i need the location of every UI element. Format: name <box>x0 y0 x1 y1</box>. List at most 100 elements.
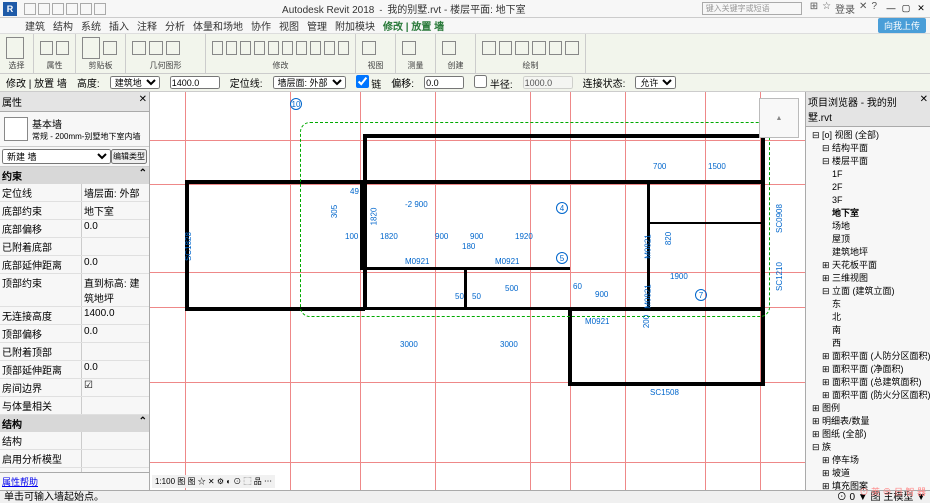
view-control-bar[interactable]: 1:100 图 图 ☆ ✕ ⚙ ◐ ⊙ ⬚ 品 ⋯ <box>152 475 275 488</box>
property-row[interactable]: 无连接高度1400.0 <box>0 307 149 325</box>
cut-geom-icon[interactable] <box>149 41 163 55</box>
qat-sync-icon[interactable] <box>94 3 106 15</box>
type-selector[interactable]: 基本墙 常规 - 200mm-别墅地下室内墙 <box>0 112 149 147</box>
cut-icon[interactable] <box>103 41 117 55</box>
qat-open-icon[interactable] <box>24 3 36 15</box>
radius-checkbox[interactable]: 半径: <box>474 75 513 91</box>
array-icon[interactable] <box>324 41 335 55</box>
revit-logo-icon[interactable]: R <box>3 2 17 16</box>
tree-node[interactable]: ⊟ 族 <box>808 441 928 454</box>
property-group-header[interactable]: 结构⌃ <box>0 415 149 432</box>
height-constraint-select[interactable]: 建筑地 <box>110 76 160 89</box>
property-group-header[interactable]: 约束⌃ <box>0 167 149 184</box>
property-row[interactable]: 已附着底部 <box>0 238 149 256</box>
property-row[interactable]: 顶部延伸距离0.0 <box>0 361 149 379</box>
offset-icon[interactable] <box>226 41 237 55</box>
offset-input[interactable] <box>424 76 464 89</box>
tree-node[interactable]: ⊞ 停车场 <box>808 454 928 467</box>
qat-undo-icon[interactable] <box>52 3 64 15</box>
circle-icon[interactable] <box>532 41 546 55</box>
join-status-select[interactable]: 允许 <box>635 76 676 89</box>
grid-bubble[interactable]: 7 <box>695 289 707 301</box>
qat-redo-icon[interactable] <box>66 3 78 15</box>
drawing-canvas[interactable]: 700 1500 -2 900 1820 900 900 1920 180 90… <box>150 92 805 490</box>
tree-node[interactable]: ⊞ 面积平面 (人防分区面积) <box>808 350 928 363</box>
property-row[interactable]: 房间边界☑ <box>0 379 149 397</box>
measure-icon[interactable] <box>402 41 416 55</box>
tree-node[interactable]: 2F <box>808 181 928 194</box>
modify-tool-icon[interactable] <box>6 37 24 59</box>
pick-icon[interactable] <box>565 41 579 55</box>
move-icon[interactable] <box>254 41 265 55</box>
property-row[interactable]: 与体量相关 <box>0 397 149 415</box>
tree-node[interactable]: 北 <box>808 311 928 324</box>
tab-modify-wall[interactable]: 修改 | 放置 墙 <box>383 18 444 33</box>
minimize-button[interactable]: — <box>885 3 897 15</box>
property-row[interactable]: 启用分析模型 <box>0 450 149 468</box>
instance-filter-select[interactable]: 新建 墙 <box>2 149 111 164</box>
scale-icon[interactable] <box>338 41 349 55</box>
tab-annotate[interactable]: 注释 <box>137 18 157 33</box>
help-search-input[interactable]: 键入关键字或短语 <box>702 2 802 15</box>
tab-massing[interactable]: 体量和场地 <box>193 18 243 33</box>
property-row[interactable]: 底部延伸距离0.0 <box>0 256 149 274</box>
tab-analyze[interactable]: 分析 <box>165 18 185 33</box>
chain-checkbox[interactable]: 链 <box>356 75 382 91</box>
tree-node[interactable]: ⊟ [o] 视图 (全部) <box>808 129 928 142</box>
star-icon[interactable]: ☆ <box>822 1 831 16</box>
property-row[interactable]: 定位线墙层面: 外部 <box>0 184 149 202</box>
mirror-icon[interactable] <box>240 41 251 55</box>
align-icon[interactable] <box>212 41 223 55</box>
property-row[interactable]: 底部偏移0.0 <box>0 220 149 238</box>
edit-type-button[interactable]: 编辑类型 <box>111 149 147 164</box>
rect-icon[interactable] <box>499 41 513 55</box>
property-row[interactable]: 已附着顶部 <box>0 343 149 361</box>
split-icon[interactable] <box>310 41 321 55</box>
help-icon[interactable]: ? <box>871 1 877 16</box>
tree-node[interactable]: ⊞ 明细表/数量 <box>808 415 928 428</box>
create-icon[interactable] <box>442 41 456 55</box>
tab-view[interactable]: 视图 <box>279 18 299 33</box>
radius-input[interactable] <box>523 76 573 89</box>
tree-node[interactable]: ⊟ 结构平面 <box>808 142 928 155</box>
tree-node[interactable]: ⊞ 面积平面 (总建筑面积) <box>808 376 928 389</box>
tree-node[interactable]: 南 <box>808 324 928 337</box>
close-panel-icon[interactable]: ✕ <box>139 94 147 109</box>
grid-bubble[interactable]: 10 <box>290 98 302 110</box>
grid-bubble[interactable]: 4 <box>556 202 568 214</box>
properties-icon[interactable] <box>40 41 53 55</box>
tree-node[interactable]: 西 <box>808 337 928 350</box>
signin-link[interactable]: 登录 <box>835 1 855 16</box>
tree-node[interactable]: ⊞ 坡道 <box>808 467 928 480</box>
copy-icon[interactable] <box>268 41 279 55</box>
tab-insert[interactable]: 插入 <box>109 18 129 33</box>
paste-icon[interactable] <box>82 37 100 59</box>
tab-struct[interactable]: 结构 <box>53 18 73 33</box>
tree-node[interactable]: ⊞ 面积平面 (净面积) <box>808 363 928 376</box>
tree-node[interactable]: 3F <box>808 194 928 207</box>
arc-icon[interactable] <box>549 41 563 55</box>
grid-bubble[interactable]: 5 <box>556 252 568 264</box>
browser-tree[interactable]: ⊟ [o] 视图 (全部)⊟ 结构平面⊟ 楼层平面1F2F3F地下室场地屋顶建筑… <box>806 127 930 490</box>
tree-node[interactable]: 屋顶 <box>808 233 928 246</box>
tree-node[interactable]: ⊞ 图例 <box>808 402 928 415</box>
property-row[interactable]: 顶部约束直到标高: 建筑地坪 <box>0 274 149 307</box>
qat-print-icon[interactable] <box>80 3 92 15</box>
qat-save-icon[interactable] <box>38 3 50 15</box>
view-icon[interactable] <box>362 41 376 55</box>
tree-node[interactable]: 建筑地坪 <box>808 246 928 259</box>
exchange-icon[interactable]: ✕ <box>859 1 867 16</box>
close-browser-icon[interactable]: ✕ <box>920 94 928 124</box>
maximize-button[interactable]: ▢ <box>900 3 912 15</box>
tree-node[interactable]: ⊟ 楼层平面 <box>808 155 928 168</box>
property-row[interactable]: 顶部偏移0.0 <box>0 325 149 343</box>
tree-node[interactable]: 东 <box>808 298 928 311</box>
property-row[interactable]: 结构 <box>0 432 149 450</box>
tree-node[interactable]: 场地 <box>808 220 928 233</box>
location-line-select[interactable]: 墙层面: 外部 <box>273 76 346 89</box>
close-button[interactable]: ✕ <box>915 3 927 15</box>
trim-icon[interactable] <box>296 41 307 55</box>
upload-help-button[interactable]: 向我上传 <box>878 18 926 33</box>
tree-node[interactable]: ⊞ 图纸 (全部) <box>808 428 928 441</box>
join-geom-icon[interactable] <box>166 41 180 55</box>
